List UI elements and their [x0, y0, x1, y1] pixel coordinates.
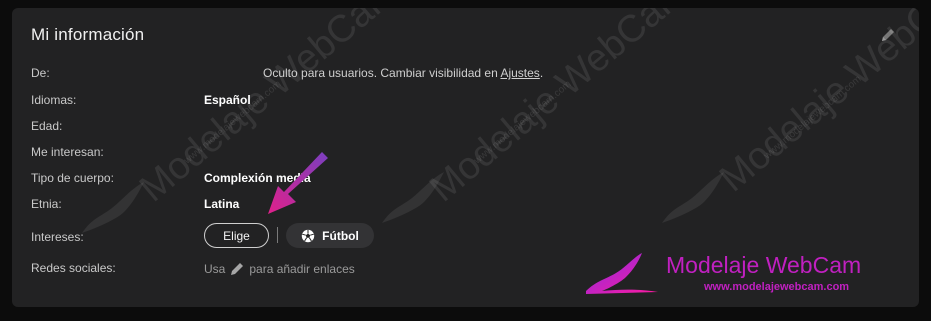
label-social-networks: Redes sociales:	[31, 261, 116, 275]
body-type-value: Complexión media	[204, 171, 311, 185]
pencil-icon	[882, 29, 894, 41]
languages-value: Español	[204, 93, 251, 107]
watermark-url: www.modelajewebcam.com	[182, 78, 284, 167]
watermark-figure	[382, 172, 444, 223]
interests-divider	[277, 227, 278, 243]
social-suffix: para añadir enlaces	[249, 262, 355, 276]
social-hint: Usa para añadir enlaces	[204, 261, 355, 277]
interest-tag-futbol[interactable]: Fútbol	[286, 223, 374, 248]
label-interests: Intereses:	[31, 230, 84, 244]
label-ethnicity: Etnia:	[31, 197, 62, 211]
panel-title: Mi información	[31, 25, 145, 44]
from-text: Oculto para usuarios. Cambiar visibilida…	[263, 66, 501, 80]
pencil-icon[interactable]	[229, 261, 245, 277]
settings-link[interactable]: Ajustes	[500, 66, 539, 80]
label-from: De:	[31, 66, 50, 80]
watermark-figure	[662, 172, 724, 223]
label-body-type: Tipo de cuerpo:	[31, 171, 114, 185]
watermark-url: www.modelajewebcam.com	[472, 78, 574, 167]
from-end: .	[539, 66, 544, 80]
watermark-text: Modelaje WebCam	[422, 8, 697, 211]
label-interested-in: Me interesan:	[31, 145, 104, 159]
interest-tag-label: Fútbol	[322, 228, 359, 243]
soccer-ball-icon	[301, 229, 315, 242]
watermark-figure	[82, 182, 144, 233]
my-info-panel: Mi información De: Idiomas: Edad: Me int…	[12, 8, 919, 307]
label-age: Edad:	[31, 119, 63, 133]
choose-interests-button[interactable]: Elige	[204, 223, 269, 248]
label-languages: Idiomas:	[31, 93, 77, 107]
edit-button[interactable]	[879, 26, 897, 44]
ethnicity-value: Latina	[204, 197, 240, 211]
watermark-url: www.modelajewebcam.com	[762, 73, 864, 162]
from-value: Oculto para usuarios. Cambiar visibilida…	[263, 66, 543, 80]
social-prefix: Usa	[204, 262, 226, 276]
